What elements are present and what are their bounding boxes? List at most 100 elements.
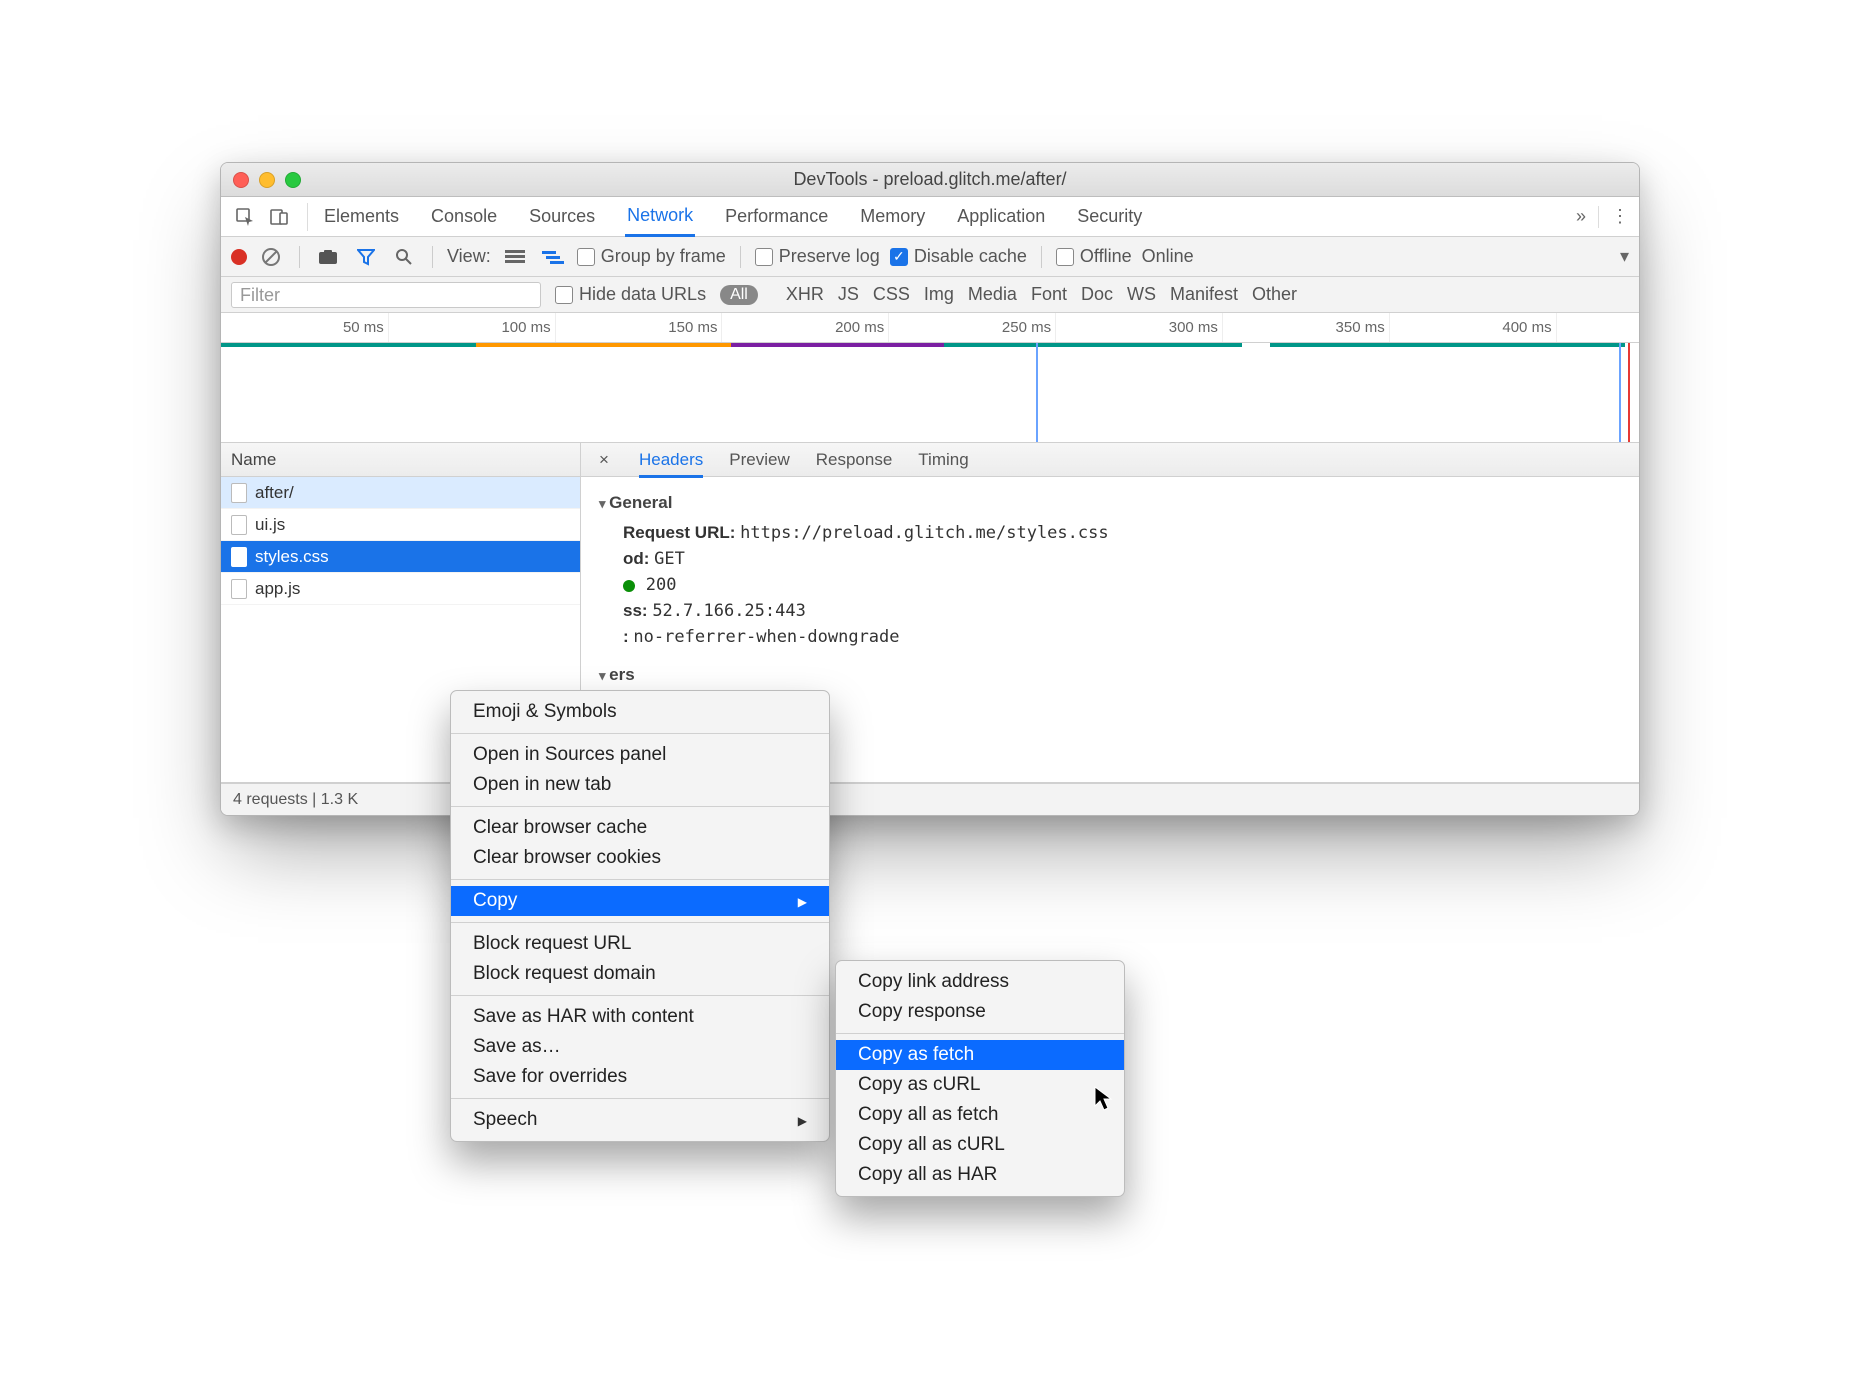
menu-item[interactable]: Copy all as HAR — [836, 1160, 1124, 1190]
menu-item[interactable]: Open in new tab — [451, 770, 829, 800]
filter-toggle-icon[interactable] — [352, 243, 380, 271]
ruler-tick: 250 ms — [1002, 319, 1055, 336]
ruler-tick: 350 ms — [1336, 319, 1389, 336]
capture-screenshot-icon[interactable] — [314, 243, 342, 271]
view-large-icon[interactable] — [501, 243, 529, 271]
general-section-header[interactable]: General — [599, 493, 1621, 513]
filter-input[interactable]: Filter — [231, 282, 541, 308]
group-by-frame-checkbox[interactable]: Group by frame — [577, 246, 726, 267]
response-headers-section-header[interactable]: ers — [599, 665, 1621, 685]
detail-tab-preview[interactable]: Preview — [729, 450, 789, 469]
filter-bar: Filter Hide data URLs All XHR JS CSS Img Med… — [221, 277, 1639, 313]
toolbar-overflow-icon[interactable]: ▾ — [1620, 246, 1629, 267]
tab-memory[interactable]: Memory — [858, 198, 927, 235]
device-toolbar-icon[interactable] — [265, 203, 293, 231]
hide-data-urls-checkbox[interactable]: Hide data URLs — [555, 284, 706, 305]
menu-item[interactable]: Block request URL — [451, 929, 829, 959]
tab-network[interactable]: Network — [625, 197, 695, 237]
request-url-row: Request URL: https://preload.glitch.me/s… — [623, 523, 1621, 543]
request-row[interactable]: ui.js — [221, 509, 580, 541]
zoom-window-button[interactable] — [285, 172, 301, 188]
menu-item[interactable]: Copy all as fetch — [836, 1100, 1124, 1130]
menu-item[interactable]: Copy — [451, 886, 829, 916]
tab-sources[interactable]: Sources — [527, 198, 597, 235]
status-bar: 4 requests | 1.3 K — [221, 783, 1639, 815]
minimize-window-button[interactable] — [259, 172, 275, 188]
more-tabs-icon[interactable]: » — [1576, 206, 1586, 227]
filter-type-ws[interactable]: WS — [1127, 284, 1156, 304]
menu-item[interactable]: Copy link address — [836, 967, 1124, 997]
filter-type-img[interactable]: Img — [924, 284, 954, 304]
panel-tabs: Elements Console Sources Network Performance… — [316, 197, 1576, 236]
menu-item[interactable]: Copy response — [836, 997, 1124, 1027]
preserve-log-checkbox[interactable]: Preserve log — [755, 246, 880, 267]
filter-type-manifest[interactable]: Manifest — [1170, 284, 1238, 304]
tab-application[interactable]: Application — [955, 198, 1047, 235]
filter-type-other[interactable]: Other — [1252, 284, 1297, 304]
filter-type-doc[interactable]: Doc — [1081, 284, 1113, 304]
menu-item[interactable]: Copy all as cURL — [836, 1130, 1124, 1160]
filter-type-js[interactable]: JS — [838, 284, 859, 304]
devtools-window: DevTools - preload.glitch.me/after/ Elem… — [220, 162, 1640, 816]
filter-type-css[interactable]: CSS — [873, 284, 910, 304]
detail-tab-headers[interactable]: Headers — [639, 450, 703, 478]
menu-item[interactable]: Emoji & Symbols — [451, 697, 829, 727]
tab-performance[interactable]: Performance — [723, 198, 830, 235]
kebab-menu-icon[interactable]: ⋮ — [1611, 206, 1629, 227]
menu-item[interactable]: Clear browser cache — [451, 813, 829, 843]
menu-item[interactable]: Block request domain — [451, 959, 829, 989]
panel-tabs-row: Elements Console Sources Network Performance… — [221, 197, 1639, 237]
request-name: after/ — [255, 483, 294, 503]
request-method-row: od: GET — [623, 549, 1621, 569]
menu-item[interactable]: Copy as fetch — [836, 1040, 1124, 1070]
file-icon — [231, 579, 247, 599]
request-row[interactable]: app.js — [221, 573, 580, 605]
menu-item[interactable]: Save for overrides — [451, 1062, 829, 1092]
context-menu[interactable]: Emoji & Symbols Open in Sources panelOpen… — [450, 690, 830, 1142]
window-title: DevTools - preload.glitch.me/after/ — [221, 169, 1639, 190]
submenu-arrow-icon — [798, 890, 807, 912]
referrer-policy-row: : no-referrer-when-downgrade — [623, 627, 1621, 647]
throttling-select[interactable]: Online — [1142, 246, 1194, 267]
filter-type-font[interactable]: Font — [1031, 284, 1067, 304]
inspect-element-icon[interactable] — [231, 203, 259, 231]
offline-checkbox[interactable]: Offline — [1056, 246, 1132, 267]
view-label: View: — [447, 246, 491, 267]
view-waterfall-icon[interactable] — [539, 243, 567, 271]
filter-type-media[interactable]: Media — [968, 284, 1017, 304]
split-pane: Name after/ui.jsstyles.cssapp.js × Heade… — [221, 443, 1639, 783]
menu-item[interactable]: Save as HAR with content — [451, 1002, 829, 1032]
close-detail-icon[interactable]: × — [595, 450, 613, 470]
ruler-tick: 300 ms — [1169, 319, 1222, 336]
detail-tab-timing[interactable]: Timing — [918, 450, 968, 469]
menu-item[interactable]: Copy as cURL — [836, 1070, 1124, 1100]
menu-item[interactable]: Speech — [451, 1105, 829, 1135]
tab-security[interactable]: Security — [1075, 198, 1144, 235]
submenu-arrow-icon — [798, 1109, 807, 1131]
menu-item[interactable]: Open in Sources panel — [451, 740, 829, 770]
filter-type-all[interactable]: All — [720, 285, 758, 305]
status-dot-icon — [623, 580, 635, 592]
request-row[interactable]: styles.css — [221, 541, 580, 573]
ruler-tick: 400 ms — [1502, 319, 1555, 336]
ruler-tick: 100 ms — [501, 319, 554, 336]
tab-console[interactable]: Console — [429, 198, 499, 235]
remote-address-row: ss: 52.7.166.25:443 — [623, 601, 1621, 621]
request-list-header[interactable]: Name — [221, 443, 580, 477]
record-button[interactable] — [231, 249, 247, 265]
status-code-row: 200 — [623, 575, 1621, 595]
file-icon — [231, 547, 247, 567]
tab-elements[interactable]: Elements — [322, 198, 401, 235]
filter-type-xhr[interactable]: XHR — [786, 284, 824, 304]
disable-cache-checkbox[interactable]: ✓Disable cache — [890, 246, 1027, 267]
context-submenu-copy[interactable]: Copy link addressCopy response Copy as fe… — [835, 960, 1125, 1197]
close-window-button[interactable] — [233, 172, 249, 188]
menu-item[interactable]: Save as… — [451, 1032, 829, 1062]
detail-tab-response[interactable]: Response — [816, 450, 893, 469]
menu-item[interactable]: Clear browser cookies — [451, 843, 829, 873]
timeline-overview[interactable] — [221, 343, 1639, 443]
clear-icon[interactable] — [257, 243, 285, 271]
request-row[interactable]: after/ — [221, 477, 580, 509]
ruler-tick: 50 ms — [343, 319, 388, 336]
search-icon[interactable] — [390, 243, 418, 271]
